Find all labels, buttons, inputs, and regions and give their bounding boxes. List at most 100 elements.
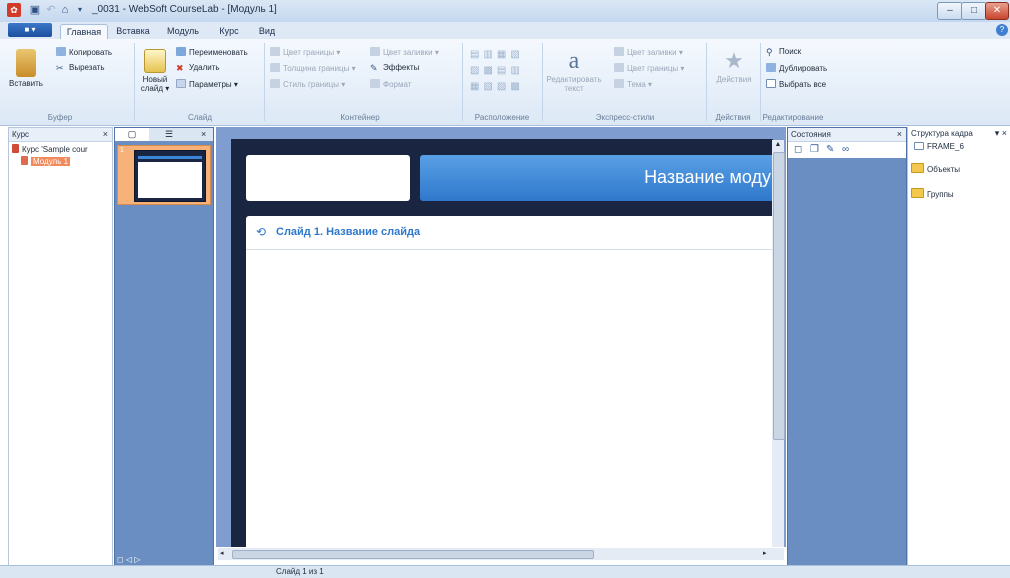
new-slide-icon — [144, 49, 166, 73]
scroll-thumb[interactable] — [773, 152, 785, 440]
horizontal-scroll-thumb[interactable] — [232, 550, 594, 559]
structure-item-groups[interactable]: Группы — [908, 174, 1010, 199]
quick-access-dropdown-icon[interactable]: ▾ — [73, 3, 87, 17]
vertical-scrollbar[interactable]: ▲ — [772, 140, 785, 547]
copy-state-icon[interactable]: ❐ — [810, 144, 819, 155]
delete-button[interactable]: ✖ Удалить — [176, 63, 220, 73]
ribbon: Вставить Копировать ✂ Вырезать Буфер Новы… — [0, 39, 1010, 126]
close-icon[interactable]: × — [103, 128, 108, 141]
status-bar: Слайд 1 из 1 — [0, 565, 1010, 578]
tree-item-module[interactable]: Модуль 1 — [9, 156, 112, 166]
rename-button[interactable]: Переименовать — [176, 47, 248, 57]
format-button[interactable]: Формат — [370, 79, 411, 89]
structure-item-frame[interactable]: FRAME_6 — [908, 140, 1010, 153]
save-icon[interactable]: ▣ — [28, 3, 42, 17]
preview-icon[interactable]: ⌂ — [58, 3, 72, 17]
minimize-button[interactable]: – — [937, 2, 963, 20]
app-icon[interactable]: ✿ — [7, 3, 21, 17]
scroll-left-icon[interactable]: ◂ — [220, 548, 224, 560]
align-icons[interactable]: ▤▥▦▧ ▨▩▤▥ ▦▧▨▩ — [470, 47, 540, 95]
pen-icon — [614, 63, 624, 72]
theme-button[interactable]: Тема ▾ — [614, 79, 652, 89]
slide-content-frame[interactable]: ⟲ Слайд 1. Название слайда — [246, 216, 773, 547]
search-button[interactable]: ⚲ Поиск — [766, 47, 801, 57]
tab-insert[interactable]: Вставка — [110, 24, 156, 39]
new-slide-button[interactable]: Новый слайд ▾ — [138, 43, 172, 105]
slide-number: 1 — [120, 147, 124, 154]
list-view-tab-icon[interactable]: ☰ — [165, 128, 173, 141]
cut-button[interactable]: ✂ Вырезать — [56, 63, 105, 73]
effects-button[interactable]: ✎ Эффекты — [370, 63, 419, 73]
slide-thumbnail[interactable]: 1 — [117, 145, 211, 205]
thumbnail-view-tab[interactable]: ▢ — [115, 128, 149, 141]
link-state-icon[interactable]: ∞ — [842, 144, 849, 155]
logo-placeholder[interactable] — [246, 155, 410, 201]
slides-panel-footer[interactable]: ◻ ◁ ▷ — [117, 555, 140, 564]
group-separator — [134, 43, 135, 121]
group-separator — [706, 43, 707, 121]
clipboard-icon — [16, 49, 36, 77]
horizontal-scrollbar[interactable]: ◂ ▸ — [218, 548, 784, 560]
close-button[interactable]: ✕ — [985, 2, 1009, 20]
star-icon: ★ — [724, 48, 744, 73]
maximize-button[interactable]: □ — [961, 2, 987, 20]
scroll-right-icon[interactable]: ▸ — [763, 548, 767, 560]
text-a-icon: a — [568, 48, 580, 74]
params-button[interactable]: Параметры ▾ — [176, 79, 238, 89]
pin-close-icon[interactable]: ▾ × — [995, 127, 1007, 140]
group-separator — [264, 43, 265, 121]
tab-home[interactable]: Главная — [60, 24, 108, 40]
folder-icon — [911, 188, 924, 198]
border-style-button[interactable]: Стиль границы ▾ — [270, 79, 345, 89]
select-all-button[interactable]: Выбрать все — [766, 79, 826, 89]
frame-structure-panel: Структура кадра ▾ × FRAME_6 Объекты Груп… — [907, 127, 1010, 565]
course-panel: Курс × Курс 'Sample cour Модуль 1 — [8, 127, 113, 567]
window-title: _0031 - WebSoft CourseLab - [Модуль 1] — [92, 4, 277, 15]
course-panel-header: Курс × — [9, 128, 112, 142]
format-icon — [370, 79, 380, 88]
border-color-button[interactable]: Цвет границы ▾ — [270, 47, 340, 57]
express-fill-color-button[interactable]: Цвет заливки ▾ — [614, 47, 683, 57]
params-icon — [176, 79, 186, 88]
help-icon[interactable]: ? — [996, 24, 1008, 36]
edit-state-icon[interactable]: ✎ — [826, 144, 834, 155]
paste-button[interactable]: Вставить — [4, 43, 48, 103]
refresh-icon: ⟲ — [256, 225, 267, 239]
duplicate-button[interactable]: Дублировать — [766, 63, 827, 73]
binoculars-icon: ⚲ — [766, 47, 773, 57]
express-border-color-button[interactable]: Цвет границы ▾ — [614, 63, 684, 73]
file-menu-button[interactable]: ■ ▾ — [8, 23, 52, 37]
tab-module[interactable]: Модуль — [160, 24, 206, 39]
group-label-clipboard: Буфер — [47, 113, 73, 122]
theme-icon — [614, 79, 624, 88]
course-panel-title: Курс — [12, 130, 30, 139]
tab-course[interactable]: Курс — [210, 24, 248, 39]
module-title-banner[interactable]: Название моду — [420, 155, 773, 201]
border-width-button[interactable]: Толщина границы ▾ — [270, 63, 356, 73]
tab-view[interactable]: Вид — [252, 24, 282, 39]
close-icon[interactable]: × — [201, 128, 206, 141]
paint-bucket-icon — [614, 47, 624, 56]
group-label-arrange: Расположение — [474, 113, 530, 122]
copy-button[interactable]: Копировать — [56, 47, 112, 57]
new-state-icon[interactable]: ◻ — [794, 144, 802, 155]
states-panel-title: Состояния — [791, 130, 831, 139]
paint-bucket-icon — [370, 47, 380, 56]
scissors-icon: ✂ — [56, 63, 64, 73]
tree-item-course[interactable]: Курс 'Sample cour — [9, 142, 112, 156]
group-label-edit: Редактирование — [762, 113, 824, 122]
states-toolbar: ◻ ❐ ✎ ∞ — [788, 142, 906, 158]
undo-icon[interactable]: ↶ — [44, 3, 58, 17]
group-separator — [462, 43, 463, 121]
structure-panel-header: Структура кадра ▾ × — [908, 127, 1010, 140]
pen-icon — [270, 47, 280, 56]
structure-item-objects[interactable]: Объекты — [908, 153, 1010, 174]
scroll-up-icon[interactable]: ▲ — [772, 140, 784, 150]
container-fill-color-button[interactable]: Цвет заливки ▾ — [370, 47, 439, 57]
slide-stage: Название моду ⟲ Слайд 1. Название слайда — [231, 139, 773, 547]
folder-icon — [911, 163, 924, 173]
actions-button[interactable]: ★ Действия — [712, 43, 756, 105]
close-icon[interactable]: × — [897, 128, 902, 141]
edit-text-button[interactable]: a Редактировать текст — [546, 43, 602, 105]
group-label-actions: Действия — [715, 113, 751, 122]
